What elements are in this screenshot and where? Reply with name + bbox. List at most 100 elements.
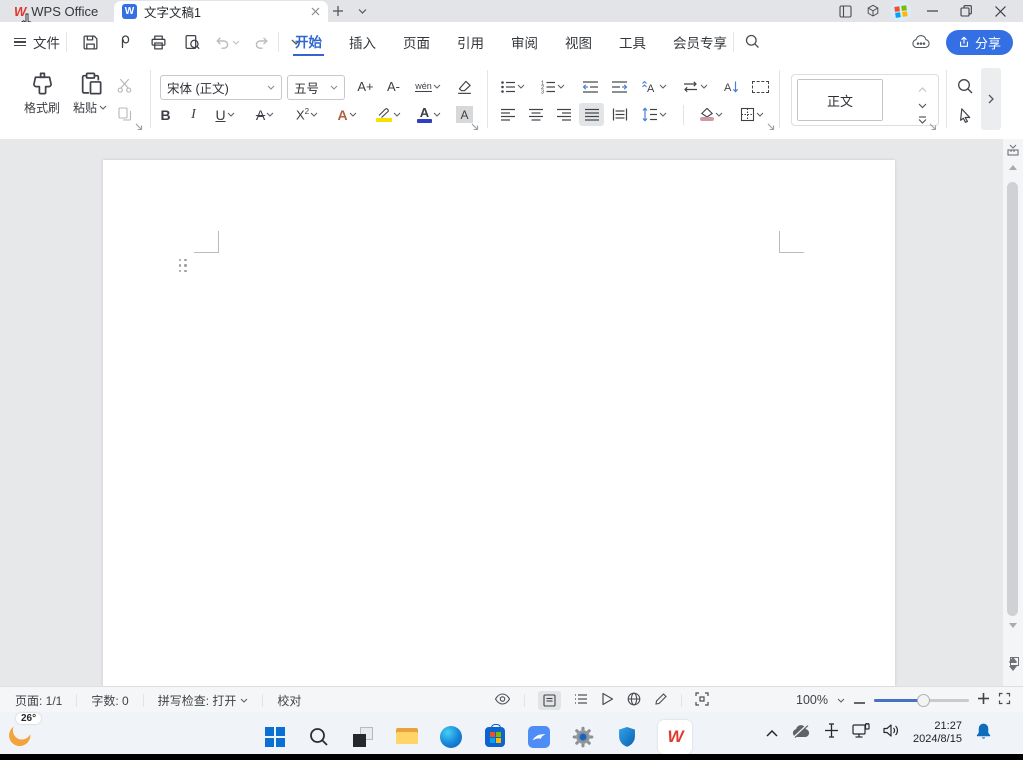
wps-office-taskbar-button[interactable]: W (658, 720, 692, 754)
apps-cube-icon[interactable] (861, 0, 885, 22)
undo-button[interactable] (214, 35, 240, 50)
tab-review[interactable]: 审阅 (509, 29, 540, 55)
close-window-button[interactable] (985, 0, 1015, 22)
thunder-app-button[interactable] (526, 724, 552, 750)
more-cloud-icon[interactable] (909, 31, 934, 54)
new-tab-button[interactable] (326, 0, 350, 22)
line-spacing-button[interactable] (637, 103, 671, 126)
task-view-button[interactable] (350, 724, 376, 750)
tab-tools[interactable]: 工具 (617, 29, 648, 55)
web-layout-icon[interactable] (627, 692, 641, 709)
increase-font-button[interactable]: A+ (353, 75, 378, 98)
bullet-list-button[interactable] (495, 75, 529, 98)
undo-dropdown-icon[interactable] (232, 40, 240, 45)
start-button[interactable] (262, 724, 288, 750)
tray-expand-chevron[interactable] (766, 724, 778, 742)
bold-button[interactable]: B (153, 103, 178, 126)
network-ethernet-icon[interactable] (852, 723, 870, 744)
fit-page-icon[interactable] (695, 692, 709, 709)
find-button[interactable] (953, 75, 978, 98)
settings-button[interactable] (570, 724, 596, 750)
highlight-color-button[interactable] (371, 103, 405, 126)
tab-view[interactable]: 视图 (563, 29, 594, 55)
paragraph-drag-handle[interactable] (178, 258, 188, 273)
taskbar-search-button[interactable] (306, 724, 332, 750)
align-right-button[interactable] (551, 103, 576, 126)
text-effects-button[interactable]: A (330, 103, 364, 126)
document-tab[interactable]: W 文字文稿1 (114, 1, 328, 22)
document-area[interactable] (0, 139, 1023, 686)
tab-home[interactable]: 开始 (293, 28, 324, 56)
italic-button[interactable]: I (181, 103, 206, 126)
zoom-slider[interactable] (874, 699, 969, 702)
save-button[interactable] (78, 31, 103, 54)
file-explorer-button[interactable] (394, 724, 420, 750)
file-menu[interactable]: 文件 (14, 22, 60, 62)
ime-indicator-icon[interactable] (824, 723, 839, 743)
style-normal-chip[interactable]: 正文 (797, 79, 883, 121)
document-page[interactable] (103, 160, 895, 686)
scrollbar-thumb[interactable] (1007, 182, 1018, 616)
character-scaling-button[interactable]: A (637, 75, 671, 98)
justify-button[interactable] (579, 103, 604, 126)
decrease-indent-button[interactable] (578, 75, 603, 98)
onedrive-offline-icon[interactable] (791, 724, 811, 743)
tab-member[interactable]: 会员专享 (671, 29, 729, 55)
minimize-button[interactable] (917, 0, 947, 22)
two-way-arrows-button[interactable] (678, 75, 712, 98)
format-painter-button[interactable]: 格式刷 (20, 71, 64, 116)
zoom-percentage[interactable]: 100% (796, 693, 828, 707)
word-count[interactable]: 字数: 0 (89, 692, 130, 709)
font-group-expand[interactable] (470, 118, 479, 136)
tab-insert[interactable]: 插入 (347, 29, 378, 55)
split-window-icon[interactable] (833, 0, 857, 22)
tab-stops-button[interactable] (748, 75, 773, 98)
shading-button[interactable] (694, 103, 728, 126)
font-name-select[interactable]: 宋体 (正文) (160, 75, 282, 100)
redo-button[interactable] (249, 31, 274, 54)
clipboard-group-expand[interactable] (134, 118, 143, 136)
paste-button[interactable]: 粘贴 (68, 71, 112, 116)
restore-button[interactable] (951, 0, 981, 22)
vertical-scrollbar[interactable] (1003, 139, 1023, 686)
style-gallery-more[interactable] (918, 111, 927, 129)
share-button[interactable]: 分享 (946, 30, 1013, 55)
font-color-button[interactable]: A (412, 103, 446, 126)
clear-format-button[interactable] (452, 75, 477, 98)
distribute-button[interactable] (607, 103, 632, 126)
tab-page[interactable]: 页面 (401, 29, 432, 55)
proofread-button[interactable]: 校对 (275, 692, 303, 709)
edge-browser-button[interactable] (438, 724, 464, 750)
ink-pen-icon[interactable] (654, 692, 668, 709)
superscript-button[interactable]: X2 (290, 103, 324, 126)
export-pdf-button[interactable] (112, 31, 137, 54)
microsoft-store-button[interactable] (482, 724, 508, 750)
zoom-dropdown-icon[interactable] (837, 698, 845, 703)
tab-list-dropdown[interactable] (350, 0, 374, 22)
fullscreen-icon[interactable] (998, 692, 1011, 708)
strikethrough-button[interactable]: A (248, 103, 282, 126)
user-avatar[interactable] (889, 0, 913, 22)
clock[interactable]: 21:27 2024/8/15 (913, 720, 962, 746)
pinyin-guide-button[interactable]: wén (411, 75, 445, 98)
ribbon-expand-panel[interactable] (981, 68, 1001, 130)
select-button[interactable] (953, 103, 978, 126)
search-commands-button[interactable] (740, 30, 765, 53)
borders-button[interactable] (735, 103, 769, 126)
weather-widget[interactable]: 26° (6, 714, 40, 748)
increase-indent-button[interactable] (607, 75, 632, 98)
volume-icon[interactable] (883, 723, 900, 743)
zoom-slider-thumb[interactable] (917, 694, 930, 707)
font-size-select[interactable]: 五号 (287, 75, 345, 100)
ruler-toggle-icon[interactable] (1006, 143, 1020, 162)
eye-protect-icon[interactable] (494, 693, 511, 708)
play-fullread-icon[interactable] (601, 692, 614, 709)
select-browse-object-button[interactable] (1010, 657, 1019, 666)
page-view-button[interactable] (538, 691, 561, 710)
paragraph-group-expand[interactable] (766, 118, 775, 136)
windows-security-button[interactable] (614, 724, 640, 750)
numbered-list-button[interactable]: 123 (535, 75, 569, 98)
align-left-button[interactable] (495, 103, 520, 126)
print-button[interactable] (146, 31, 171, 54)
align-center-button[interactable] (523, 103, 548, 126)
